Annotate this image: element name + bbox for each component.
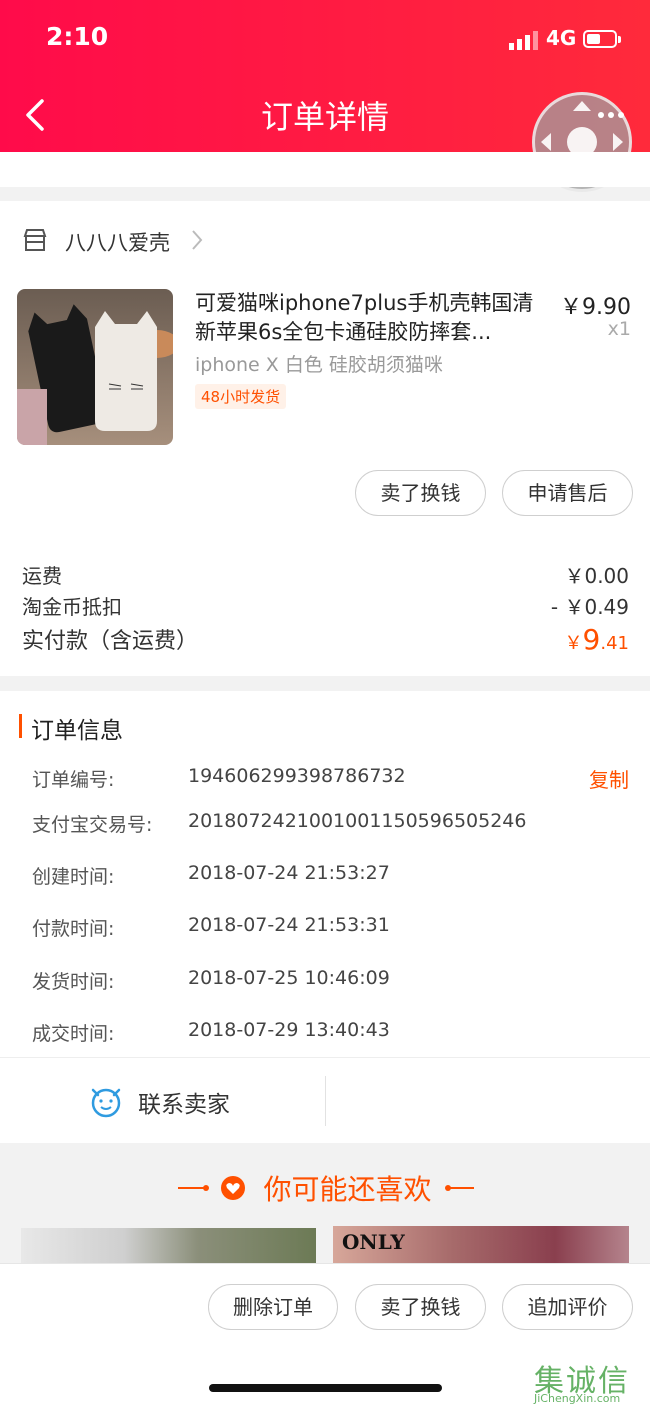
product-image[interactable] — [17, 289, 173, 445]
signal-icon — [509, 31, 538, 50]
add-review-button[interactable]: 追加评价 — [502, 1284, 633, 1330]
brand-logo: ONLY — [342, 1230, 405, 1254]
completed-time-row: 成交时间: 2018-07-29 13:40:43 — [32, 1019, 390, 1046]
recommend-item-image[interactable]: ONLY — [333, 1226, 629, 1268]
shop-name[interactable]: 八八八爱壳 — [65, 227, 170, 257]
sell-for-cash-button[interactable]: 卖了换钱 — [355, 470, 486, 516]
section-accent-bar — [19, 714, 22, 738]
product-quantity: x1 — [607, 318, 631, 340]
coin-discount-value: - ￥0.49 — [550, 595, 629, 619]
recommend-title: 你可能还喜欢 — [263, 1173, 432, 1206]
info-value: 2018072421001001150596505246 — [188, 810, 527, 832]
paid-currency: ￥ — [564, 633, 583, 654]
paid-time-row: 付款时间: 2018-07-24 21:53:31 — [32, 914, 390, 941]
order-number-row: 订单编号: 194606299398786732 — [32, 765, 406, 792]
coin-discount-label: 淘金币抵扣 — [22, 595, 122, 619]
network-type: 4G — [546, 26, 577, 50]
info-value: 2018-07-24 21:53:31 — [188, 914, 390, 936]
status-time: 2:10 — [46, 22, 109, 51]
delete-order-button[interactable]: 删除订单 — [208, 1284, 338, 1330]
chevron-right-icon[interactable] — [190, 228, 204, 252]
info-label: 创建时间: — [32, 866, 115, 888]
info-value: 2018-07-24 21:53:27 — [188, 862, 390, 884]
top-card-edge — [0, 152, 650, 187]
shipping-fee-value: ￥0.00 — [564, 564, 629, 588]
coin-discount-row: 淘金币抵扣 - ￥0.49 — [22, 591, 629, 620]
status-bar: 2:10 4G — [0, 22, 650, 58]
shipped-time-row: 发货时间: 2018-07-25 10:46:09 — [32, 967, 390, 994]
info-value: 194606299398786732 — [188, 765, 406, 787]
contact-divider — [325, 1076, 326, 1126]
paid-label: 实付款（含运费） — [22, 629, 199, 654]
paid-value: ￥9.41 — [565, 623, 629, 656]
product-price: ￥9.90 — [560, 295, 631, 320]
watermark: 集诚信 JiChengXin.com — [532, 1356, 648, 1406]
contact-seller-button[interactable]: 联系卖家 — [138, 1085, 230, 1119]
info-label: 支付宝交易号: — [32, 814, 153, 836]
contact-bar: 联系卖家 — [0, 1057, 650, 1143]
info-value: 2018-07-29 13:40:43 — [188, 1019, 390, 1041]
paid-row: 实付款（含运费） ￥9.41 — [22, 623, 629, 656]
after-sales-button[interactable]: 申请售后 — [502, 470, 633, 516]
battery-icon — [583, 30, 621, 48]
paid-int: 9 — [582, 623, 601, 656]
info-label: 发货时间: — [32, 971, 115, 993]
shipping-fee-row: 运费 ￥0.00 — [22, 560, 629, 589]
product-sku: iphone X 白色 硅胶胡须猫咪 — [195, 354, 443, 376]
order-info-title: 订单信息 — [31, 718, 123, 744]
product-title[interactable]: 可爱猫咪iphone7plus手机壳韩国清新苹果6s全包卡通硅胶防摔套... — [195, 289, 545, 347]
shop-icon — [23, 229, 47, 251]
paid-dec: .41 — [600, 633, 629, 654]
info-label: 成交时间: — [32, 1023, 115, 1045]
shipping-tag: 48小时发货 — [195, 384, 287, 409]
recommend-item-image[interactable] — [21, 1228, 316, 1268]
home-indicator[interactable] — [209, 1384, 442, 1392]
watermark-en: JiChengXin.com — [534, 1392, 621, 1405]
created-time-row: 创建时间: 2018-07-24 21:53:27 — [32, 862, 390, 889]
sell-for-cash-bottom-button[interactable]: 卖了换钱 — [355, 1284, 486, 1330]
info-label: 订单编号: — [32, 769, 115, 791]
info-value: 2018-07-25 10:46:09 — [188, 967, 390, 989]
chat-face-icon — [91, 1088, 121, 1118]
copy-button[interactable]: 复制 — [589, 764, 629, 793]
alipay-number-row: 支付宝交易号: 2018072421001001150596505246 — [32, 810, 526, 837]
shipping-fee-label: 运费 — [22, 564, 62, 588]
info-label: 付款时间: — [32, 918, 115, 940]
